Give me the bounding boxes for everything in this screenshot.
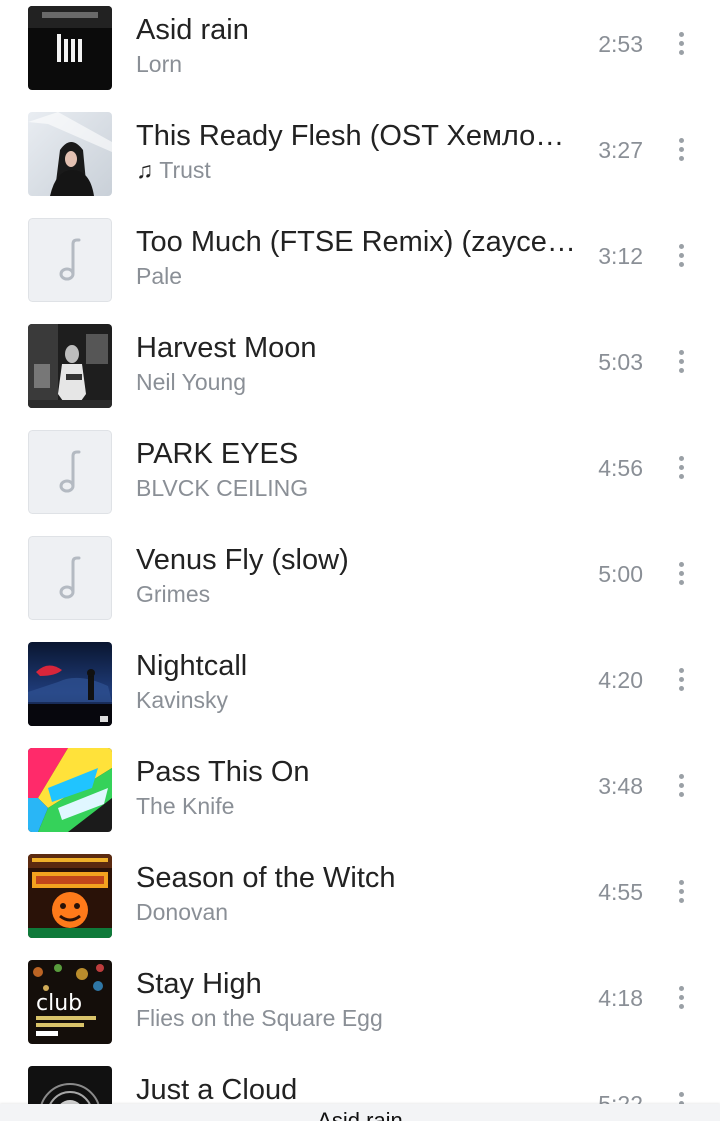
music-note-placeholder bbox=[28, 430, 112, 514]
track-artist-name: Trust bbox=[159, 157, 211, 183]
music-note-placeholder bbox=[28, 218, 112, 302]
track-duration: 4:56 bbox=[598, 455, 643, 481]
track-row[interactable]: club Stay High Flies on the Square Egg 4… bbox=[0, 954, 720, 1060]
track-duration: 5:03 bbox=[598, 349, 643, 375]
music-note-icon: ♫ bbox=[136, 157, 154, 183]
track-row[interactable]: Pass This On The Knife 3:48 bbox=[0, 742, 720, 848]
track-artist: Grimes bbox=[136, 581, 211, 607]
more-vertical-icon[interactable] bbox=[668, 450, 696, 486]
track-artist: Kavinsky bbox=[136, 687, 229, 713]
track-artist: Neil Young bbox=[136, 369, 246, 395]
track-artist: BLVCK CEILING bbox=[136, 475, 309, 501]
music-note-placeholder bbox=[28, 536, 112, 620]
neil-young-cover bbox=[28, 324, 112, 408]
track-duration: 2:53 bbox=[598, 31, 643, 57]
now-playing-title: Asid rain bbox=[317, 1108, 403, 1121]
track-artist: The Knife bbox=[136, 793, 235, 819]
track-duration: 4:20 bbox=[598, 667, 643, 693]
more-vertical-icon[interactable] bbox=[668, 768, 696, 804]
track-title: This Ready Flesh (OST Хемлок Гроув) bbox=[136, 120, 576, 152]
track-artist: Lorn bbox=[136, 51, 183, 77]
now-playing-bar[interactable]: Asid rain bbox=[0, 1104, 720, 1121]
track-title: Venus Fly (slow) bbox=[136, 544, 349, 576]
track-title: Asid rain bbox=[136, 14, 249, 46]
photo-woman-cover bbox=[28, 112, 112, 196]
track-artist: Flies on the Square Egg bbox=[136, 1005, 383, 1031]
track-title: PARK EYES bbox=[136, 438, 299, 470]
track-title: Nightcall bbox=[136, 650, 248, 682]
track-artist: Pale bbox=[136, 263, 183, 289]
track-title: Just a Cloud bbox=[136, 1074, 298, 1106]
track-duration: 3:12 bbox=[598, 243, 643, 269]
donovan-halloween-cover bbox=[28, 854, 112, 938]
track-duration: 3:48 bbox=[598, 773, 643, 799]
track-row[interactable]: Asid rain Lorn 2:53 bbox=[0, 0, 720, 106]
track-row[interactable]: Harvest Moon Neil Young 5:03 bbox=[0, 318, 720, 424]
track-duration: 5:00 bbox=[598, 561, 643, 587]
track-title: Too Much (FTSE Remix) (zaycev.net) bbox=[136, 226, 576, 258]
more-vertical-icon[interactable] bbox=[668, 344, 696, 380]
track-row[interactable]: PARK EYES BLVCK CEILING 4:56 bbox=[0, 424, 720, 530]
track-title: Season of the Witch bbox=[136, 862, 396, 894]
svg-text:club: club bbox=[36, 991, 82, 1016]
more-vertical-icon[interactable] bbox=[668, 662, 696, 698]
club-anthology-cover: club bbox=[28, 960, 112, 1044]
lorn-bars-cover bbox=[28, 6, 112, 90]
track-list: Asid rain Lorn 2:53 This Ready Flesh (OS… bbox=[0, 0, 720, 1121]
kavinsky-cover bbox=[28, 642, 112, 726]
track-row[interactable]: Season of the Witch Donovan 4:55 bbox=[0, 848, 720, 954]
more-vertical-icon[interactable] bbox=[668, 132, 696, 168]
track-duration: 4:55 bbox=[598, 879, 643, 905]
track-title: Pass This On bbox=[136, 756, 310, 788]
track-row[interactable]: Nightcall Kavinsky 4:20 bbox=[0, 636, 720, 742]
track-duration: 3:27 bbox=[598, 137, 643, 163]
more-vertical-icon[interactable] bbox=[668, 238, 696, 274]
track-row[interactable]: Venus Fly (slow) Grimes 5:00 bbox=[0, 530, 720, 636]
more-vertical-icon[interactable] bbox=[668, 874, 696, 910]
track-row[interactable]: This Ready Flesh (OST Хемлок Гроув) ♫Tru… bbox=[0, 106, 720, 212]
track-title: Harvest Moon bbox=[136, 332, 317, 364]
track-row[interactable]: Too Much (FTSE Remix) (zaycev.net) Pale … bbox=[0, 212, 720, 318]
track-artist: ♫ Trust bbox=[136, 155, 576, 185]
track-artist: Donovan bbox=[136, 899, 229, 925]
more-vertical-icon[interactable] bbox=[668, 556, 696, 592]
track-title: Stay High bbox=[136, 968, 262, 1000]
more-vertical-icon[interactable] bbox=[668, 980, 696, 1016]
the-knife-cover bbox=[28, 748, 112, 832]
more-vertical-icon[interactable] bbox=[668, 26, 696, 62]
track-duration: 4:18 bbox=[598, 985, 643, 1011]
